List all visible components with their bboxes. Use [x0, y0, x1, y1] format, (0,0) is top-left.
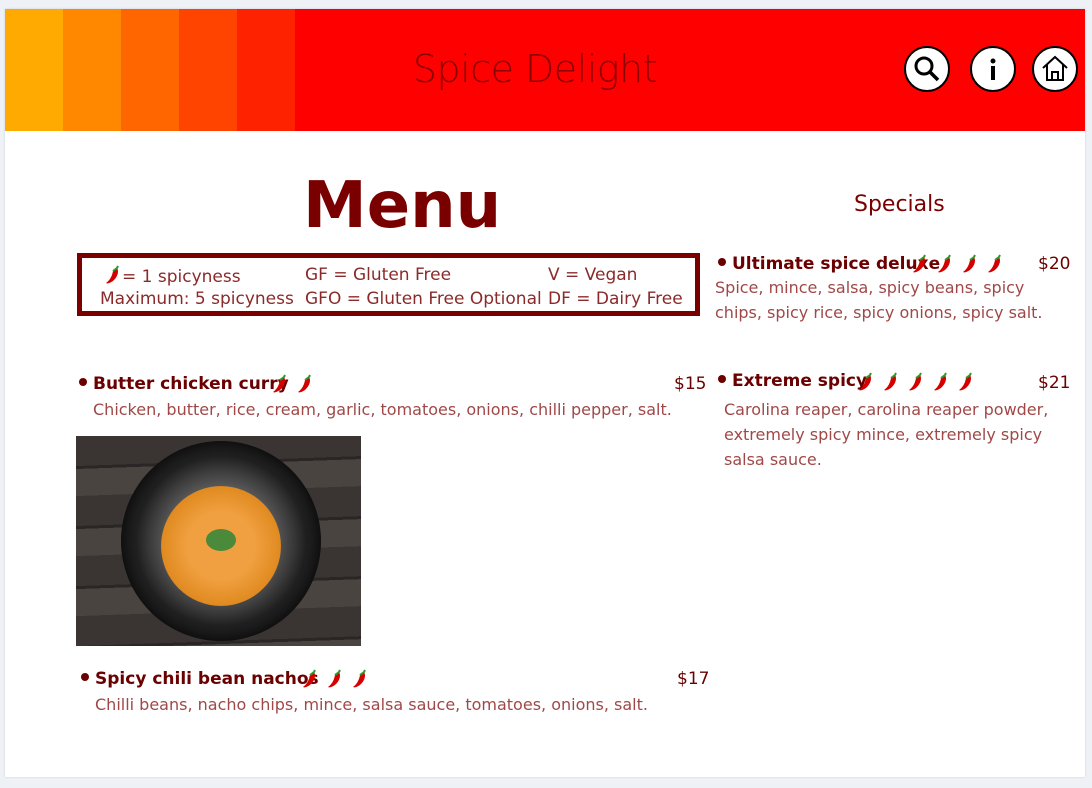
spice-rating: [857, 372, 975, 396]
menu-item-description: Chicken, butter, rice, cream, garlic, to…: [93, 400, 672, 419]
bowl: [121, 441, 321, 641]
special-item-price: $21: [1038, 373, 1071, 393]
legend-v: V = Vegan: [548, 265, 638, 285]
chili-icon: [296, 374, 314, 398]
menu-item-price: $15: [674, 374, 707, 394]
menu-item-name: Spicy chili bean nachos: [81, 669, 319, 689]
special-item-price: $20: [1038, 254, 1071, 274]
chili-icon: [932, 372, 950, 396]
butter-chicken-photo: [76, 436, 361, 646]
legend-box: = 1 spicyness Maximum: 5 spicyness GF = …: [77, 253, 700, 316]
chili-icon: [351, 669, 369, 693]
chili-icon: [301, 669, 319, 693]
chili-icon: [271, 374, 289, 398]
chili-icon: [957, 372, 975, 396]
legend-gfo: GFO = Gluten Free Optional: [305, 289, 542, 309]
special-item-description: Spice, mince, salsa, spicy beans, spicy c…: [715, 278, 1043, 322]
spice-rating: [271, 374, 314, 398]
menu-item-price: $17: [677, 669, 710, 689]
chili-icon: [907, 372, 925, 396]
legend-chili: = 1 spicyness: [104, 265, 241, 290]
menu-heading: Menu: [303, 169, 502, 243]
legend-max: Maximum: 5 spicyness: [100, 289, 294, 309]
chili-icon: [857, 372, 875, 396]
info-button[interactable]: [970, 46, 1016, 92]
menu-item-description: Chilli beans, nacho chips, mince, salsa …: [95, 695, 648, 714]
menu-card: Spice Delight Menu Specials = 1 spicynes…: [5, 9, 1085, 777]
info-icon: [990, 58, 996, 80]
special-item-name: Extreme spicy: [718, 371, 867, 391]
chili-icon: [882, 372, 900, 396]
legend-gf: GF = Gluten Free: [305, 265, 452, 285]
header: Spice Delight: [5, 9, 1085, 131]
menu-item-name: Butter chicken curry: [79, 374, 289, 394]
special-item-name: Ultimate spice deluxe: [718, 254, 940, 274]
chili-icon: [104, 265, 122, 290]
chili-icon: [326, 669, 344, 693]
legend-df: DF = Dairy Free: [548, 289, 683, 309]
home-icon: [1042, 55, 1068, 81]
specials-heading: Specials: [854, 192, 945, 217]
spice-rating: [301, 669, 369, 693]
special-item-description: Carolina reaper, carolina reaper powder,…: [724, 400, 1049, 469]
search-button[interactable]: [904, 46, 950, 92]
home-button[interactable]: [1032, 46, 1078, 92]
search-icon: [914, 56, 940, 82]
